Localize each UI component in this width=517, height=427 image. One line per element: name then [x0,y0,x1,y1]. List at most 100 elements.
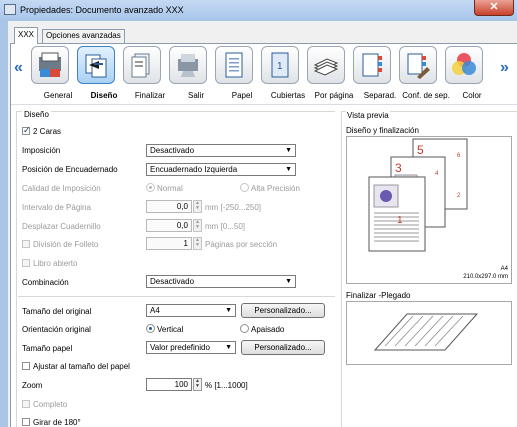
original-size-value: A4 [150,306,160,315]
paper-button[interactable] [215,46,253,84]
fit-to-paper-label: Ajustar al tamaño del papel [33,362,130,371]
two-sided-checkbox[interactable]: ✓ [22,125,31,135]
finishing-icon [131,53,150,78]
booklet-split-label: División de Folleto [33,240,99,249]
imposition-quality-label: Calidad de Imposición [22,184,101,193]
booklet-shift-label: Desplazar Cuadernillo [22,222,101,231]
combination-label: Combinación [22,278,69,287]
zoom-input[interactable]: 100 [146,378,192,391]
layout-button[interactable] [77,46,115,84]
open-book-checkbox[interactable] [22,259,30,267]
layout-preview-title: Diseño y finalización [346,126,419,135]
preview-paper-name: A4 [500,266,508,272]
per-page-icon [313,58,339,76]
chevron-down-icon: ▼ [285,147,292,154]
chevron-down-icon: ▼ [225,307,232,314]
window-title: Propiedades: Documento avanzado XXX [20,5,184,15]
quality-normal-radio[interactable] [146,183,155,192]
scroll-left-icon[interactable]: « [14,60,23,76]
separator-icon [362,53,382,77]
close-button[interactable]: ✕ [474,0,514,16]
original-size-custom-button[interactable]: Personalizado... [241,303,325,318]
rotate-180-checkbox[interactable] [22,418,30,426]
chevron-down-icon: ▼ [285,166,292,173]
imposition-select[interactable]: Desactivado ▼ [146,144,296,157]
general-button[interactable] [31,46,69,84]
section-divider [18,296,335,297]
preview-page-number: 3 [395,161,402,175]
booklet-split-checkbox[interactable] [22,240,30,248]
layout-section-title: Diseño [22,110,51,119]
general-icon [39,52,61,77]
binding-position-select[interactable]: Encuadernado Izquierda ▼ [146,163,296,176]
finishing-button[interactable] [123,46,161,84]
fold-preview-pane [346,301,512,365]
full-bleed-checkbox[interactable] [22,400,30,408]
covers-button[interactable]: 1 [261,46,299,84]
orientation-landscape-radio[interactable] [240,324,249,333]
zoom-unit: % [1...1000] [205,381,248,390]
preview-page-number: 5 [417,143,424,157]
combination-select[interactable]: Desactivado ▼ [146,275,296,288]
zoom-label: Zoom [22,381,43,390]
original-size-select[interactable]: A4 ▼ [146,304,236,317]
preview-page-number: 1 [397,215,403,226]
zoom-spinner[interactable]: ▲ ▼ [193,378,202,391]
fit-to-paper-checkbox[interactable] [22,362,30,370]
page-spacing-spinner[interactable]: ▲ ▼ [193,200,202,213]
booklet-shift-input[interactable]: 0,0 [146,219,192,232]
paper-size-label: Tamaño papel [22,344,73,353]
booklet-shift-unit: mm [0...50] [205,222,246,231]
preview-section-title: Vista previa [346,111,390,120]
output-button[interactable] [169,46,207,84]
chevron-down-icon: ▼ [225,344,232,351]
orientation-portrait-label: Vertical [157,325,184,334]
binding-position-value: Encuadernado Izquierda [150,165,238,174]
two-sided-label: 2 Caras [33,127,62,136]
paper-icon [225,52,243,78]
separator-settings-button[interactable] [399,46,437,84]
imposition-label: Imposición [22,146,61,155]
tab-xxx[interactable]: XXX [14,27,39,44]
original-orientation-label: Orientación original [22,325,91,334]
fold-preview-title: Finalizar -Plegado [346,291,411,300]
color-label: Color [462,91,482,100]
preview-paper-dims: 210.0x297.0 mm [463,274,508,280]
orientation-landscape-label: Apaisado [251,325,285,334]
full-bleed-label: Completo [33,400,68,409]
separator-settings-icon [407,53,430,79]
paper-size-select[interactable]: Valor predefinido ▼ [146,341,236,354]
icon-bar-divider [11,104,517,105]
quality-high-radio[interactable] [240,183,249,192]
page-spacing-input[interactable]: 0,0 [146,200,192,213]
original-size-label: Tamaño del original [22,307,92,316]
booklet-preview-image: 5 3 6 1 4 2 [368,138,468,252]
per-page-button[interactable] [307,46,345,84]
checkmark-icon: ✓ [23,125,31,135]
orientation-portrait-radio[interactable] [146,324,155,333]
quality-high-label: Alta Precisión [251,184,300,193]
open-book-label: Libro abierto [33,259,78,268]
imposition-value: Desactivado [150,146,195,155]
output-icon [178,54,198,77]
layout-icon [85,54,107,78]
separator-button[interactable] [353,46,391,84]
paper-size-custom-button[interactable]: Personalizado... [241,340,325,355]
covers-icon: 1 [271,52,289,78]
page-spacing-label: Intervalo de Página [22,203,91,212]
scroll-right-icon[interactable]: » [500,60,509,76]
color-button[interactable] [445,46,483,84]
booklet-split-unit: Páginas por sección [205,240,278,249]
layout-preview-pane: 5 3 6 1 4 2 A4 210.0x297.0 mm [346,136,512,284]
paper-size-value: Valor predefinido [150,343,210,352]
booklet-split-input[interactable]: 1 [146,237,192,250]
tab-advanced-options[interactable]: Opciones avanzadas [42,29,125,43]
booklet-shift-spinner[interactable]: ▲ ▼ [193,219,202,232]
svg-text:1: 1 [277,61,283,72]
chevron-down-icon: ▼ [285,278,292,285]
printer-icon [4,4,16,15]
booklet-split-spinner[interactable]: ▲ ▼ [193,237,202,250]
binding-position-label: Posición de Encuadernado [22,165,118,174]
rotate-180-label: Girar de 180° [33,418,81,427]
color-icon [452,53,476,75]
